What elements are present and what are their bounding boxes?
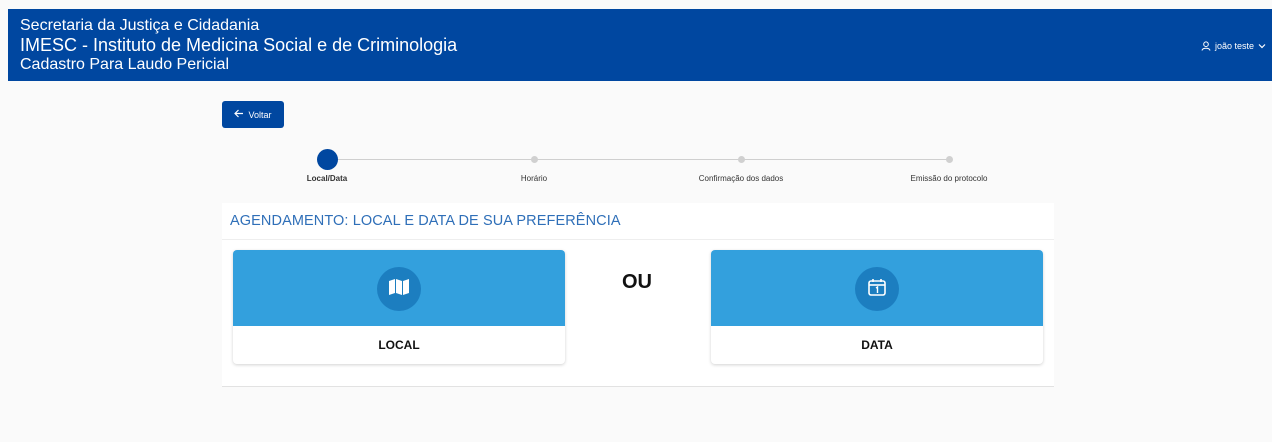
panel-title: AGENDAMENTO: LOCAL E DATA DE SUA PREFERÊ… <box>230 213 621 229</box>
step-label: Local/Data <box>306 174 348 183</box>
top-header: Secretaria da Justiça e Cidadania IMESC … <box>8 9 1272 81</box>
data-icon-circle <box>855 267 899 311</box>
data-card[interactable]: DATA <box>711 250 1043 364</box>
local-card-banner <box>233 250 565 326</box>
step-label: Confirmação dos dados <box>698 174 784 183</box>
progress-stepper: Local/Data Horário Confirmação dos dados… <box>222 148 1054 188</box>
header-line-cadastro: Cadastro Para Laudo Pericial <box>20 56 230 74</box>
panel-divider <box>222 239 1054 240</box>
local-icon-circle <box>377 267 421 311</box>
local-card[interactable]: LOCAL <box>233 250 565 364</box>
step-indicator <box>737 156 745 163</box>
data-card-banner <box>711 250 1043 326</box>
user-icon <box>1201 41 1211 51</box>
arrow-left-icon <box>234 109 244 120</box>
map-icon <box>388 278 410 301</box>
step-label: Horário <box>520 174 548 183</box>
user-menu[interactable]: joão teste <box>1201 41 1266 51</box>
or-separator: OU <box>622 271 652 293</box>
step-indicator <box>316 149 338 170</box>
back-button[interactable]: Voltar <box>222 101 284 128</box>
user-name: joão teste <box>1214 41 1254 51</box>
step-indicator <box>530 156 538 163</box>
chevron-down-icon <box>1258 42 1266 50</box>
scheduling-panel: AGENDAMENTO: LOCAL E DATA DE SUA PREFERÊ… <box>222 203 1054 387</box>
stepper-track <box>327 159 949 160</box>
calendar-icon <box>867 277 887 302</box>
data-card-label: DATA <box>861 338 893 352</box>
header-line-secretaria: Secretaria da Justiça e Cidadania <box>20 17 260 34</box>
local-card-label: LOCAL <box>378 338 420 352</box>
step-label: Emissão do protocolo <box>910 174 988 183</box>
back-button-label: Voltar <box>248 109 272 120</box>
header-line-imesc: IMESC - Instituto de Medicina Social e d… <box>20 34 458 55</box>
brand-block: Secretaria da Justiça e Cidadania IMESC … <box>20 17 457 74</box>
step-indicator <box>945 156 953 163</box>
